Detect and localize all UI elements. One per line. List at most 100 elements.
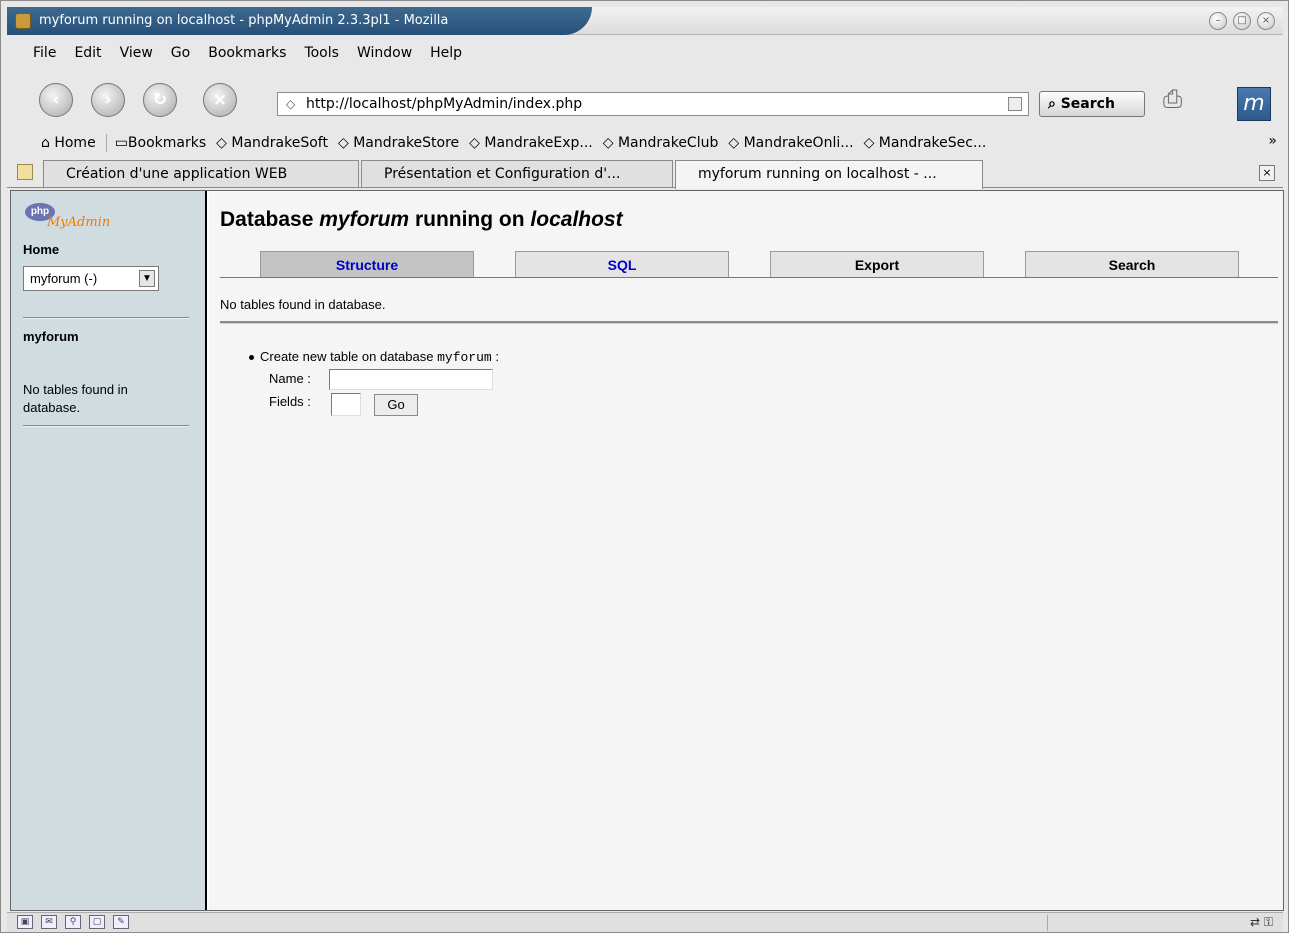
page-title-prefix: Database [220, 208, 314, 231]
bookmark-mandrakesoft-label: MandrakeSoft [231, 135, 328, 151]
mail-icon[interactable]: ✉ [41, 915, 57, 929]
bookmark-bookmarks-label: Bookmarks [127, 135, 207, 151]
browser-window: myforum running on localhost - phpMyAdmi… [0, 0, 1289, 933]
bookmarks-toolbar: ⌂ Home ▭Bookmarks ◇ MandrakeSoft ◇ Mandr… [7, 131, 1283, 155]
bookmarks-more-icon[interactable]: » [1268, 133, 1277, 149]
address-book-icon[interactable]: ✎ [113, 915, 129, 929]
search-button-label: Search [1060, 96, 1115, 112]
menu-bar: File Edit View Go Bookmarks Tools Window… [7, 38, 1283, 68]
tab-structure[interactable]: Structure [260, 251, 474, 278]
phpmyadmin-left-frame: php MyAdmin Home myforum (-) ▼ myforum N… [11, 191, 207, 910]
bookmark-mandrakeclub-label: MandrakeClub [617, 135, 719, 151]
menu-tools[interactable]: Tools [304, 45, 339, 61]
tab-structure-label: Structure [335, 257, 399, 273]
menu-view[interactable]: View [120, 45, 153, 61]
left-no-tables-text: No tables found in database. [23, 382, 128, 415]
mozilla-app-icon[interactable] [15, 13, 31, 29]
tab-sql[interactable]: SQL [515, 251, 729, 278]
tab-myforum-active[interactable]: myforum running on localhost - ... [675, 160, 983, 189]
tab-presentation-configuration[interactable]: Présentation et Configuration d'... [361, 160, 673, 187]
menu-bookmarks[interactable]: Bookmarks [208, 45, 286, 61]
tab-label: Création d'une application WEB [66, 166, 288, 182]
create-table-item: Create new table on database myforum : [249, 349, 499, 365]
title-bar-active: myforum running on localhost - phpMyAdmi… [7, 7, 592, 35]
phpmyadmin-logo[interactable]: php MyAdmin [25, 203, 135, 237]
bookmark-mandrakesec[interactable]: ◇ MandrakeSec... [864, 135, 987, 151]
page-content: php MyAdmin Home myforum (-) ▼ myforum N… [10, 190, 1284, 911]
tab-export[interactable]: Export [770, 251, 984, 278]
close-tab-icon[interactable]: × [1259, 165, 1275, 181]
tab-creation-application-web[interactable]: Création d'une application WEB [43, 160, 359, 187]
title-bar: myforum running on localhost - phpMyAdmi… [7, 7, 1283, 35]
window-title: myforum running on localhost - phpMyAdmi… [39, 13, 449, 28]
name-label: Name : [269, 371, 311, 386]
back-icon[interactable]: ‹ [39, 83, 73, 117]
bookmark-mandrakestore[interactable]: ◇ MandrakeStore [338, 135, 459, 151]
search-button[interactable]: ⌕ Search [1039, 91, 1145, 117]
menu-go[interactable]: Go [171, 45, 190, 61]
go-button[interactable]: Go [374, 394, 418, 416]
menu-file[interactable]: File [33, 45, 56, 61]
bookmark-mandrakeonli[interactable]: ◇ MandrakeOnli... [728, 135, 853, 151]
window-controls: – □ × [1209, 12, 1275, 30]
bookmark-mandrakesec-label: MandrakeSec... [878, 135, 987, 151]
left-database-name[interactable]: myforum [23, 329, 79, 344]
bookmark-mandrakestore-label: MandrakeStore [353, 135, 460, 151]
database-select-value: myforum (-) [30, 271, 98, 286]
tab-search-label: Search [1108, 257, 1156, 273]
tab-export-label: Export [854, 257, 900, 273]
close-window-icon[interactable]: × [1257, 12, 1275, 30]
myadmin-logo-text: MyAdmin [47, 215, 111, 230]
stop-icon[interactable]: × [203, 83, 237, 117]
maximize-icon[interactable]: □ [1233, 12, 1251, 30]
forward-icon[interactable]: › [91, 83, 125, 117]
url-text[interactable]: http://localhost/phpMyAdmin/index.php [306, 96, 582, 112]
url-dropdown-icon[interactable] [1008, 97, 1022, 111]
bookmark-separator [105, 134, 107, 152]
bookmark-home[interactable]: ⌂ Home [41, 135, 96, 151]
create-table-suffix: : [495, 349, 499, 364]
fields-count-input[interactable] [331, 393, 361, 416]
bullet [249, 355, 254, 361]
minimize-icon[interactable]: – [1209, 12, 1227, 30]
bookmark-mandrakeclub[interactable]: ◇ MandrakeClub [603, 135, 719, 151]
database-select[interactable]: myforum (-) ▼ [23, 266, 159, 291]
home-link[interactable]: Home [23, 242, 59, 257]
new-tab-icon[interactable] [17, 164, 33, 180]
divider [220, 321, 1278, 324]
menu-help[interactable]: Help [430, 45, 462, 61]
tab-search[interactable]: Search [1025, 251, 1239, 278]
page-title: Database myforum running on localhost [220, 208, 623, 232]
create-table-text: Create new table on database [260, 349, 434, 364]
print-icon[interactable]: ⎙ [1163, 85, 1203, 115]
reload-icon[interactable]: ↻ [143, 83, 177, 117]
bookmark-mandrakesoft[interactable]: ◇ MandrakeSoft [216, 135, 328, 151]
divider [23, 425, 189, 427]
chevron-down-icon[interactable]: ▼ [139, 270, 155, 287]
mozilla-throbber-icon[interactable]: m [1237, 87, 1271, 121]
url-bar[interactable]: ◇ http://localhost/phpMyAdmin/index.php [277, 92, 1029, 116]
page-title-mid: running on [414, 208, 525, 231]
page-title-host: localhost [530, 208, 623, 231]
bookmark-bookmarks[interactable]: ▭Bookmarks [115, 135, 206, 151]
navigation-toolbar: ‹ › ↻ × ◇ http://localhost/phpMyAdmin/in… [7, 71, 1283, 129]
phpmyadmin-main-frame: Database myforum running on localhost St… [209, 191, 1283, 910]
status-separator [1047, 915, 1048, 931]
fields-label: Fields : [269, 394, 311, 409]
bookmark-mandrakeexp[interactable]: ◇ MandrakeExp... [469, 135, 593, 151]
tab-sql-label: SQL [607, 257, 637, 273]
menu-edit[interactable]: Edit [74, 45, 101, 61]
tab-label: Présentation et Configuration d'... [384, 166, 621, 182]
connection-status-icon: ⇄ ⚿ [1249, 915, 1273, 929]
no-tables-message: No tables found in database. [220, 297, 386, 312]
tabs-baseline [220, 277, 1278, 278]
create-table-db: myforum [437, 350, 492, 365]
composer-icon[interactable]: ▢ [89, 915, 105, 929]
page-icon: ◇ [286, 97, 296, 111]
chat-icon[interactable]: ⚲ [65, 915, 81, 929]
menu-window[interactable]: Window [357, 45, 412, 61]
tab-strip: Création d'une application WEB Présentat… [7, 158, 1283, 189]
bookmark-mandrakeexp-label: MandrakeExp... [484, 135, 593, 151]
navigator-icon[interactable]: ▣ [17, 915, 33, 929]
table-name-input[interactable] [329, 369, 493, 390]
